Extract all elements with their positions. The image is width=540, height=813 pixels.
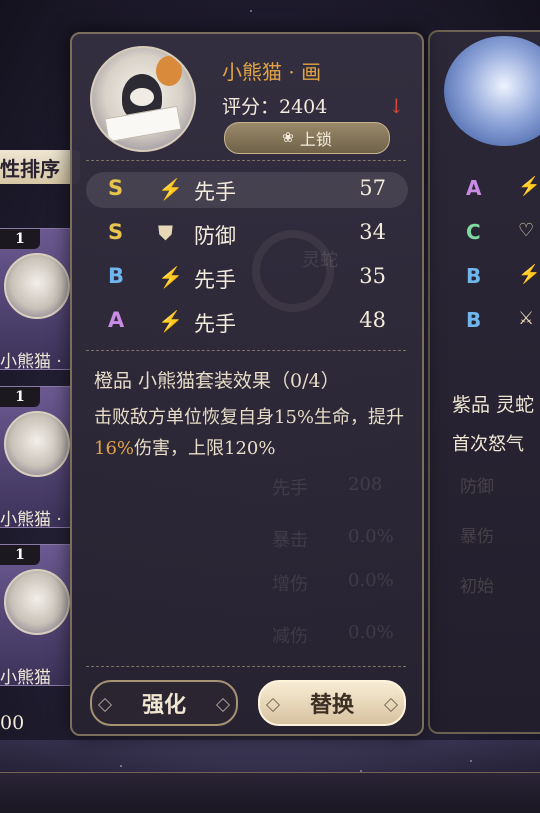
ghost-text: 暴伤 <box>460 527 494 547</box>
star-decoration <box>120 765 122 767</box>
grade-label: S <box>108 176 124 200</box>
speed-icon: ⚡ <box>518 176 540 197</box>
ghost-text: 暴击 <box>272 530 308 551</box>
stat-row: S ⚡ 先手 57 <box>86 172 408 208</box>
stat-name: 先手 <box>194 268 236 292</box>
ghost-text: 减伤 <box>272 626 308 647</box>
speed-icon: ⚡ <box>158 177 183 201</box>
compare-set-title: 紫品 灵蛇 <box>452 394 535 416</box>
lock-button[interactable]: ❀ 上锁 <box>224 122 390 154</box>
equipment-name: 小熊猫 · <box>0 352 62 372</box>
sort-button[interactable]: 性排序 <box>0 150 80 184</box>
equipment-avatar <box>4 569 70 635</box>
stat-value: 34 <box>359 220 386 244</box>
level-badge: 1 <box>0 545 40 565</box>
stat-row: S ⛊ 防御 34 <box>86 216 408 252</box>
compare-stat-row: B ⚔ <box>430 308 540 344</box>
red-panda-avatar <box>90 46 196 152</box>
level-badge: 1 <box>0 229 40 249</box>
ghost-text: 灵蛇 <box>302 250 338 271</box>
stat-row: A ⚡ 先手 48 <box>86 304 408 340</box>
compare-set-desc: 首次怒气 <box>452 434 524 455</box>
equipment-list: 性排序 1 小熊猫 · 1 小熊猫 · 1 小熊猫 00 <box>0 0 80 812</box>
divider <box>86 350 406 351</box>
compare-stat-row: C ♡ <box>430 220 540 256</box>
painting-scroll-icon <box>104 105 182 143</box>
equipment-name: 小熊猫 · <box>0 510 62 530</box>
divider <box>86 666 406 667</box>
snake-avatar <box>444 36 540 146</box>
ghost-text: 先手 <box>272 478 308 499</box>
stat-value: 48 <box>359 308 386 332</box>
set-desc-text: 击败敌方单位恢复自身15%生命，提升 <box>94 407 405 428</box>
stat-value: 57 <box>359 176 386 200</box>
heart-icon: ♡ <box>518 220 535 241</box>
equipment-detail-popup: 小熊猫 · 画 评分：2404 ↓ ❀ 上锁 S ⚡ 先手 57 S ⛊ 防御 34 B ⚡ 先手 3… <box>70 32 424 736</box>
lock-label: 上锁 <box>299 130 332 149</box>
stat-row: B ⚡ 先手 35 <box>86 260 408 296</box>
ghost-text: 0.0% <box>348 622 394 643</box>
set-effect-title: 橙品 小熊猫套装效果（0/4） <box>94 370 340 392</box>
equipment-title: 小熊猫 · 画 <box>222 60 322 84</box>
stat-name: 防御 <box>194 224 236 248</box>
stat-name: 先手 <box>194 312 236 336</box>
grade-label: C <box>466 220 481 244</box>
enhance-label: 强化 <box>141 692 186 718</box>
equipment-card[interactable]: 1 小熊猫 · <box>0 386 71 530</box>
stats-list: S ⚡ 先手 57 S ⛊ 防御 34 B ⚡ 先手 35 A ⚡ 先手 48 <box>86 172 408 352</box>
grade-label: B <box>108 264 125 288</box>
set-effect-desc: 击败敌方单位恢复自身15%生命，提升 16%伤害，上限120% <box>94 402 404 464</box>
enhance-button[interactable]: 强化 <box>90 680 238 726</box>
fox-mask-icon <box>156 56 182 86</box>
star-decoration <box>250 10 252 12</box>
ghost-text: 初始 <box>460 577 494 597</box>
replace-button[interactable]: 替换 <box>258 680 406 726</box>
speed-icon: ⚡ <box>518 264 540 285</box>
red-panda-face <box>130 88 154 106</box>
sword-icon: ⚔ <box>518 308 535 329</box>
set-desc-highlight: 16% <box>94 438 135 459</box>
arrow-down-icon: ↓ <box>388 94 405 118</box>
ghost-text: 208 <box>348 474 383 495</box>
grade-label: B <box>466 264 482 288</box>
bottom-value: 00 <box>0 712 25 734</box>
equipment-avatar <box>4 411 70 477</box>
compare-stat-row: A ⚡ <box>430 176 540 212</box>
ghost-text: 增伤 <box>272 574 308 595</box>
compare-card[interactable]: A ⚡ C ♡ B ⚡ B ⚔ 紫品 灵蛇 首次怒气 防御 暴伤 初始 <box>428 30 540 734</box>
compare-stat-row: B ⚡ <box>430 264 540 300</box>
ghost-text: 0.0% <box>348 526 394 547</box>
grade-label: A <box>466 176 482 200</box>
equipment-name: 小熊猫 <box>0 668 51 688</box>
grade-label: A <box>108 308 125 332</box>
star-decoration <box>470 760 472 762</box>
score-label: 评分：2404 <box>222 96 328 118</box>
level-badge: 1 <box>0 387 40 407</box>
grade-label: S <box>108 220 124 244</box>
divider <box>86 160 406 161</box>
equipment-avatar <box>4 253 70 319</box>
grade-label: B <box>466 308 482 332</box>
ghost-text: 0.0% <box>348 570 394 591</box>
replace-label: 替换 <box>309 692 354 718</box>
stat-name: 先手 <box>194 180 236 204</box>
ghost-text: 防御 <box>460 477 494 497</box>
lock-icon: ❀ <box>282 130 294 146</box>
equipment-card[interactable]: 1 小熊猫 · <box>0 228 71 372</box>
equipment-card[interactable]: 1 小熊猫 <box>0 544 71 688</box>
set-desc-text: 伤害，上限120% <box>134 438 276 459</box>
sort-label: 性排序 <box>0 156 60 181</box>
shield-icon: ⛊ <box>158 221 173 245</box>
stat-value: 35 <box>359 264 386 288</box>
speed-icon: ⚡ <box>158 265 183 289</box>
bottom-frame <box>0 772 540 813</box>
speed-icon: ⚡ <box>158 309 183 333</box>
